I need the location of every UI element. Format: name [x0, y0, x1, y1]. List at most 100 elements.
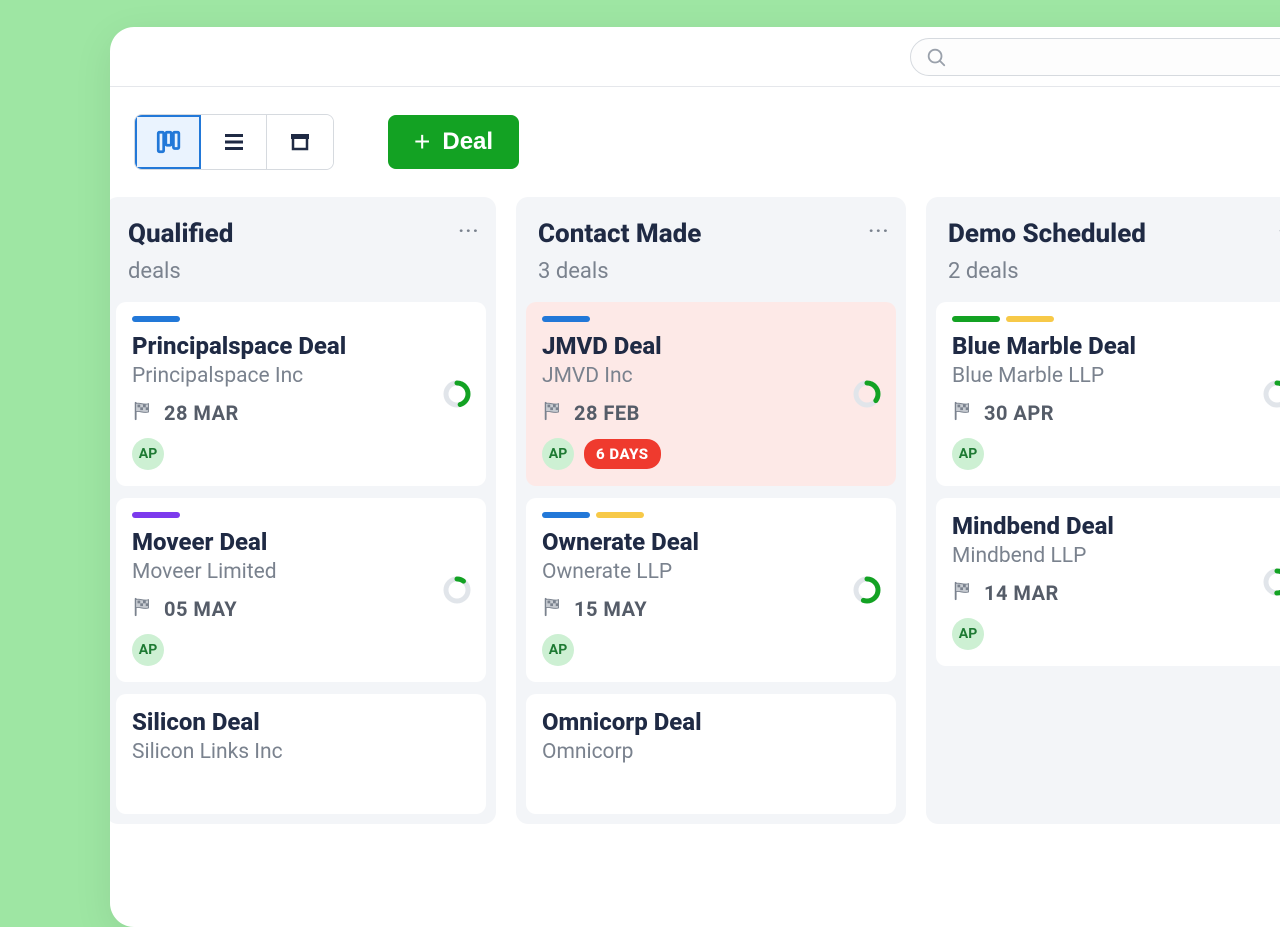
tag-stripe [132, 316, 180, 322]
toolbar: + Deal Deliv [110, 87, 1280, 197]
deal-date-row: 15 MAY [542, 596, 880, 622]
archive-icon [288, 130, 312, 154]
tag-stripes [132, 316, 470, 322]
tag-stripe [596, 512, 644, 518]
column-header: Qualified deals ··· [110, 197, 496, 302]
search-icon [925, 46, 947, 68]
deal-name: Moveer Deal [132, 528, 470, 556]
deal-date: 28 MAR [164, 401, 239, 425]
flag-icon [542, 400, 564, 426]
deal-company: Omnicorp [542, 740, 880, 764]
new-deal-label: Deal [442, 128, 493, 156]
avatar: AP [132, 438, 164, 470]
column-title: Qualified [128, 219, 474, 249]
deal-date: 14 MAR [984, 581, 1059, 605]
progress-ring [852, 379, 882, 409]
deal-name: Ownerate Deal [542, 528, 880, 556]
flag-icon [542, 596, 564, 622]
deal-date: 30 APR [984, 401, 1054, 425]
flag-icon [952, 580, 974, 606]
deal-company: Blue Marble LLP [952, 364, 1280, 388]
deal-chips: AP [952, 438, 1280, 470]
column-title: Demo Scheduled [948, 219, 1280, 249]
deal-name: JMVD Deal [542, 332, 880, 360]
view-toggle [134, 114, 334, 170]
rot-badge: 6 DAYS [584, 439, 661, 469]
deal-name: Silicon Deal [132, 708, 470, 736]
new-deal-button[interactable]: + Deal [388, 115, 519, 169]
kanban-board: Qualified deals ··· Principalspace Deal … [110, 197, 1280, 824]
board-icon [155, 129, 181, 155]
tag-stripes [952, 316, 1280, 322]
deal-name: Mindbend Deal [952, 512, 1280, 540]
deal-chips: AP [132, 634, 470, 666]
flag-icon [132, 400, 154, 426]
deal-company: Silicon Links Inc [132, 740, 470, 764]
deal-company: Moveer Limited [132, 560, 470, 584]
tag-stripes [542, 316, 880, 322]
progress-ring [442, 379, 472, 409]
deal-card[interactable]: Moveer Deal Moveer Limited 05 MAY AP [116, 498, 486, 682]
deal-chips: AP [132, 438, 470, 470]
column-subtitle: deals [128, 259, 474, 284]
deal-name: Principalspace Deal [132, 332, 470, 360]
column-menu-button[interactable]: ··· [869, 221, 890, 240]
deal-card[interactable]: Silicon Deal Silicon Links Inc [116, 694, 486, 814]
tag-stripe [542, 512, 590, 518]
avatar: AP [952, 618, 984, 650]
plus-icon: + [414, 128, 430, 156]
column-cards: Blue Marble Deal Blue Marble LLP 30 APR … [926, 302, 1280, 676]
deal-date-row: 14 MAR [952, 580, 1280, 606]
deal-chips: AP [952, 618, 1280, 650]
tag-stripe [542, 316, 590, 322]
avatar: AP [542, 634, 574, 666]
progress-ring [1262, 379, 1280, 409]
column-qualified: Qualified deals ··· Principalspace Deal … [110, 197, 496, 824]
deal-name: Omnicorp Deal [542, 708, 880, 736]
deal-date-row: 28 MAR [132, 400, 470, 426]
deal-card[interactable]: Omnicorp Deal Omnicorp [526, 694, 896, 814]
progress-ring [442, 575, 472, 605]
view-archive-button[interactable] [267, 115, 333, 169]
topbar [110, 27, 1280, 87]
column-header: Demo Scheduled 2 deals ··· [926, 197, 1280, 302]
deal-date: 28 FEB [574, 401, 640, 425]
column-header: Contact Made 3 deals ··· [516, 197, 906, 302]
deal-chips: AP 6 DAYS [542, 438, 880, 470]
app-window: + Deal Deliv Qualified deals ··· Princip… [110, 27, 1280, 927]
deal-date-row: 30 APR [952, 400, 1280, 426]
search-input[interactable] [910, 38, 1280, 76]
deal-card[interactable]: JMVD Deal JMVD Inc 28 FEB AP 6 DAYS [526, 302, 896, 486]
deal-card[interactable]: Ownerate Deal Ownerate LLP 15 MAY AP [526, 498, 896, 682]
column-subtitle: 3 deals [538, 259, 884, 284]
avatar: AP [952, 438, 984, 470]
tag-stripe [132, 512, 180, 518]
progress-ring [852, 575, 882, 605]
avatar: AP [542, 438, 574, 470]
deal-card[interactable]: Blue Marble Deal Blue Marble LLP 30 APR … [936, 302, 1280, 486]
deal-name: Blue Marble Deal [952, 332, 1280, 360]
deal-company: JMVD Inc [542, 364, 880, 388]
deal-date-row: 28 FEB [542, 400, 880, 426]
column-title: Contact Made [538, 219, 884, 249]
column-cards: JMVD Deal JMVD Inc 28 FEB AP 6 DAYS Owne… [516, 302, 906, 824]
deal-card[interactable]: Mindbend Deal Mindbend LLP 14 MAR AP [936, 498, 1280, 666]
view-board-button[interactable] [135, 115, 201, 169]
column-subtitle: 2 deals [948, 259, 1280, 284]
deal-date: 15 MAY [574, 597, 647, 621]
list-icon [222, 130, 246, 154]
tag-stripe [1006, 316, 1054, 322]
view-list-button[interactable] [201, 115, 267, 169]
deal-card[interactable]: Principalspace Deal Principalspace Inc 2… [116, 302, 486, 486]
tag-stripe [952, 316, 1000, 322]
tag-stripes [542, 512, 880, 518]
deal-company: Ownerate LLP [542, 560, 880, 584]
deal-company: Principalspace Inc [132, 364, 470, 388]
deal-chips: AP [542, 634, 880, 666]
column-menu-button[interactable]: ··· [459, 221, 480, 240]
avatar: AP [132, 634, 164, 666]
deal-date: 05 MAY [164, 597, 237, 621]
flag-icon [132, 596, 154, 622]
column-cards: Principalspace Deal Principalspace Inc 2… [110, 302, 496, 824]
deal-company: Mindbend LLP [952, 544, 1280, 568]
